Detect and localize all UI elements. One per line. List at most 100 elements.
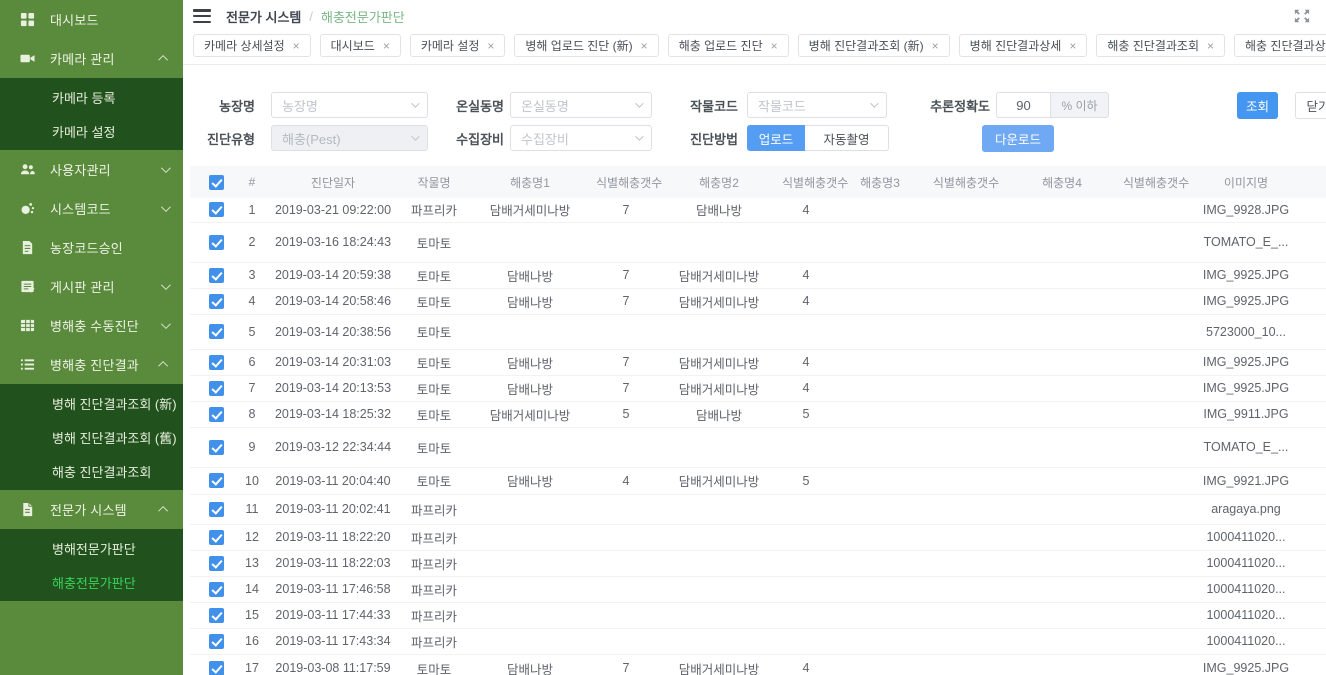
- cell-pest1: [464, 628, 596, 654]
- row-checkbox[interactable]: [209, 381, 224, 396]
- row-checkbox[interactable]: [209, 661, 224, 675]
- sidebar-subitem-active[interactable]: 해충전문가판단: [0, 565, 183, 599]
- close-button[interactable]: 닫기: [1295, 92, 1326, 119]
- sidebar-item[interactable]: 대시보드: [0, 0, 183, 39]
- cell-cnt4: [1122, 262, 1190, 288]
- sidebar-subitem[interactable]: 병해전문가판단: [0, 531, 183, 565]
- download-button[interactable]: 다운로드: [982, 125, 1054, 152]
- row-checkbox[interactable]: [209, 268, 224, 283]
- row-checkbox[interactable]: [209, 235, 224, 250]
- tab[interactable]: 병해 진단결과조회 (新)×: [798, 34, 950, 57]
- select-all-checkbox[interactable]: [209, 175, 224, 190]
- accuracy-input[interactable]: [996, 92, 1050, 118]
- cell-pest2: 담배거세미나방: [656, 654, 782, 675]
- cell-cnt4: [1122, 576, 1190, 602]
- crop-code-select[interactable]: 작물코드: [747, 92, 887, 118]
- row-checkbox-cell: [190, 654, 242, 675]
- row-checkbox[interactable]: [209, 294, 224, 309]
- row-checkbox[interactable]: [209, 473, 224, 488]
- cell-extra: 2019: [1302, 222, 1326, 262]
- cell-pest3: [830, 375, 930, 401]
- tab-close-icon[interactable]: ×: [1207, 40, 1214, 52]
- breadcrumb-current: 해충전문가판단: [321, 7, 405, 26]
- cell-image: 5723000_10...: [1190, 314, 1302, 349]
- cell-no: 15: [242, 602, 262, 628]
- sidebar-subitem[interactable]: 카메라 설정: [0, 114, 183, 148]
- sidebar-item[interactable]: 병해충 진단결과: [0, 345, 183, 384]
- tab[interactable]: 해충 진단결과조회×: [1096, 34, 1225, 57]
- cell-pest1: 담배나방: [464, 375, 596, 401]
- cell-cnt1: [596, 494, 656, 524]
- tab[interactable]: 해충 업로드 진단×: [668, 34, 789, 57]
- cell-date: 2019-03-14 20:38:56: [262, 314, 404, 349]
- row-checkbox[interactable]: [209, 440, 224, 455]
- row-checkbox[interactable]: [209, 202, 224, 217]
- tab[interactable]: 카메라 설정×: [410, 34, 506, 57]
- sidebar-item[interactable]: 게시판 관리: [0, 267, 183, 306]
- row-checkbox[interactable]: [209, 634, 224, 649]
- sidebar-subitem[interactable]: 병해 진단결과조회 (舊): [0, 420, 183, 454]
- chevron-down-icon: [635, 132, 643, 140]
- sidebar-item[interactable]: 병해충 수동진단: [0, 306, 183, 345]
- tab-close-icon[interactable]: ×: [293, 40, 300, 52]
- table-row: 62019-03-14 20:31:03토마토담배나방7담배거세미나방4IMG_…: [190, 349, 1326, 375]
- tab[interactable]: 대시보드×: [320, 34, 401, 57]
- sidebar-item[interactable]: 시스템코드: [0, 189, 183, 228]
- tab-close-icon[interactable]: ×: [932, 40, 939, 52]
- cell-cnt1: 7: [596, 288, 656, 314]
- row-checkbox[interactable]: [209, 502, 224, 517]
- cell-extra: 2019: [1302, 524, 1326, 550]
- row-checkbox[interactable]: [209, 608, 224, 623]
- cell-extra: 201: [1302, 494, 1326, 524]
- row-checkbox[interactable]: [209, 556, 224, 571]
- cell-date: 2019-03-14 20:58:46: [262, 288, 404, 314]
- diagnosis-type-select[interactable]: 해충(Pest): [271, 125, 428, 151]
- tab[interactable]: 해충 진단결과상세×: [1234, 34, 1326, 57]
- sidebar-subitem[interactable]: 병해 진단결과조회 (新): [0, 386, 183, 420]
- tab-close-icon[interactable]: ×: [383, 40, 390, 52]
- hamburger-menu-icon[interactable]: [193, 9, 211, 23]
- sidebar-item[interactable]: 카메라 관리: [0, 39, 183, 78]
- tab[interactable]: 카메라 상세설정 ×: [193, 34, 311, 57]
- row-checkbox[interactable]: [209, 324, 224, 339]
- cell-pest4: [1002, 467, 1122, 494]
- equipment-select[interactable]: 수집장비: [510, 125, 652, 151]
- auto-capture-toggle-button[interactable]: 자동촬영: [805, 125, 889, 151]
- header-checkbox-cell: [190, 166, 242, 198]
- row-checkbox[interactable]: [209, 407, 224, 422]
- sidebar-subitem[interactable]: 카메라 등록: [0, 80, 183, 114]
- sidebar-subitem[interactable]: 해충 진단결과조회: [0, 454, 183, 488]
- sidebar-item[interactable]: 전문가 시스템: [0, 490, 183, 529]
- sidebar-item[interactable]: 사용자관리: [0, 150, 183, 189]
- row-checkbox[interactable]: [209, 530, 224, 545]
- row-checkbox[interactable]: [209, 582, 224, 597]
- cell-extra: 2019: [1302, 550, 1326, 576]
- search-button[interactable]: 조회: [1237, 92, 1278, 119]
- tab-close-icon[interactable]: ×: [641, 40, 648, 52]
- sidebar-item[interactable]: 농장코드승인: [0, 228, 183, 267]
- cell-image: aragaya.png: [1190, 494, 1302, 524]
- column-header: 식별해충갯수: [1122, 166, 1190, 198]
- cell-extra: 2018: [1302, 262, 1326, 288]
- tab[interactable]: 병해 진단결과상세×: [959, 34, 1088, 57]
- cell-pest3: [830, 198, 930, 222]
- row-checkbox[interactable]: [209, 355, 224, 370]
- cell-pest1: 담배나방: [464, 262, 596, 288]
- tab-close-icon[interactable]: ×: [1069, 40, 1076, 52]
- cell-cnt3: [930, 375, 1002, 401]
- cell-pest1: [464, 494, 596, 524]
- cell-pest2: [656, 576, 782, 602]
- cell-no: 3: [242, 262, 262, 288]
- upload-toggle-button[interactable]: 업로드: [747, 125, 805, 151]
- cell-date: 2019-03-14 20:31:03: [262, 349, 404, 375]
- tab[interactable]: 병해 업로드 진단 (新)×: [514, 34, 658, 57]
- tab-close-icon[interactable]: ×: [771, 40, 778, 52]
- chevron-up-icon: [158, 55, 168, 65]
- tab-close-icon[interactable]: ×: [487, 40, 494, 52]
- greenhouse-select[interactable]: 온실동명: [510, 92, 652, 118]
- fullscreen-icon[interactable]: [1293, 8, 1311, 24]
- tab-label: 카메라 상세설정: [204, 37, 285, 54]
- cell-image: 1000411020...: [1190, 524, 1302, 550]
- farm-name-select[interactable]: 농장명: [271, 92, 428, 118]
- breadcrumb-root[interactable]: 전문가 시스템: [226, 7, 301, 26]
